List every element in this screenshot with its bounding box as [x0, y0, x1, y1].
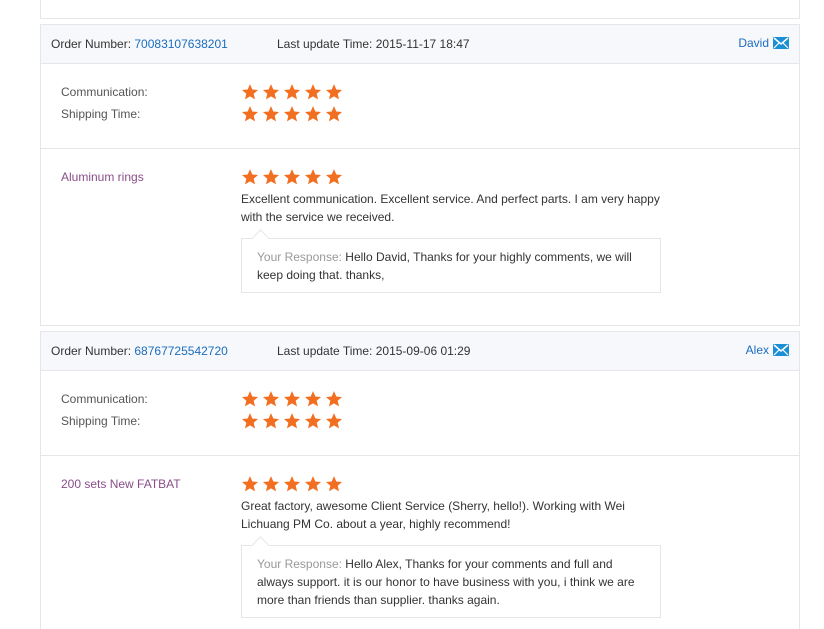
- star-icon: [304, 84, 322, 100]
- feedback-header: Order Number: 68767725542720 Last update…: [41, 332, 799, 371]
- last-update-value: 2015-11-17 18:47: [375, 37, 470, 51]
- star-icon: [262, 106, 280, 122]
- star-icon: [283, 106, 301, 122]
- star-icon: [304, 413, 322, 429]
- last-update-label: Last update Time:: [277, 37, 373, 51]
- order-number-label: Order Number:: [51, 344, 132, 358]
- star-icon: [262, 169, 280, 185]
- communication-stars: [241, 390, 346, 408]
- star-icon: [262, 476, 280, 492]
- star-icon: [283, 413, 301, 429]
- product-stars: [241, 475, 346, 493]
- seller-response: Your Response: Hello Alex, Thanks for yo…: [241, 545, 661, 618]
- star-icon: [262, 391, 280, 407]
- shipping-time-stars: [241, 412, 346, 430]
- order-number-link[interactable]: 68767725542720: [134, 344, 227, 358]
- feedback-card: Order Number: 68767725542720 Last update…: [40, 331, 800, 629]
- star-icon: [283, 169, 301, 185]
- communication-label: Communication:: [61, 392, 148, 406]
- star-icon: [304, 169, 322, 185]
- star-icon: [304, 106, 322, 122]
- buyer-contact-link[interactable]: David: [738, 36, 789, 50]
- previous-feedback-card: [40, 0, 800, 19]
- shipping-time-label: Shipping Time:: [61, 414, 141, 428]
- shipping-time-stars: [241, 105, 346, 123]
- buyer-contact-link[interactable]: Alex: [746, 343, 789, 357]
- product-name-link[interactable]: Aluminum rings: [61, 170, 144, 184]
- last-update-value: 2015-09-06 01:29: [375, 344, 471, 358]
- communication-label: Communication:: [61, 85, 148, 99]
- your-response-label: Your Response:: [257, 557, 342, 571]
- product-name-link[interactable]: 200 sets New FATBAT: [61, 477, 181, 491]
- star-icon: [325, 84, 343, 100]
- star-icon: [262, 84, 280, 100]
- last-update: Last update Time: 2015-09-06 01:29: [277, 344, 470, 358]
- star-icon: [304, 391, 322, 407]
- seller-ratings: Communication: Shipping Time:: [41, 371, 799, 456]
- your-response-label: Your Response:: [257, 250, 342, 264]
- order-number-link[interactable]: 70083107638201: [134, 37, 227, 51]
- last-update: Last update Time: 2015-11-17 18:47: [277, 37, 470, 51]
- review-comment: Great factory, awesome Client Service (S…: [241, 499, 625, 531]
- envelope-icon[interactable]: [773, 37, 789, 49]
- seller-response: Your Response: Hello David, Thanks for y…: [241, 238, 661, 293]
- star-icon: [262, 413, 280, 429]
- star-icon: [325, 106, 343, 122]
- star-icon: [283, 476, 301, 492]
- star-icon: [283, 391, 301, 407]
- star-icon: [283, 84, 301, 100]
- envelope-icon[interactable]: [773, 344, 789, 356]
- seller-ratings: Communication: Shipping Time:: [41, 64, 799, 149]
- feedback-header: Order Number: 70083107638201 Last update…: [41, 25, 799, 64]
- shipping-time-label: Shipping Time:: [61, 107, 141, 121]
- star-icon: [241, 84, 259, 100]
- star-icon: [241, 169, 259, 185]
- order-number: Order Number: 68767725542720: [51, 344, 228, 358]
- star-icon: [241, 413, 259, 429]
- star-icon: [325, 169, 343, 185]
- review-comment: Excellent communication. Excellent servi…: [241, 192, 660, 224]
- star-icon: [304, 476, 322, 492]
- feedback-card: Order Number: 70083107638201 Last update…: [40, 24, 800, 326]
- last-update-label: Last update Time:: [277, 344, 373, 358]
- buyer-name[interactable]: Alex: [746, 343, 769, 357]
- star-icon: [325, 391, 343, 407]
- star-icon: [325, 413, 343, 429]
- star-icon: [241, 391, 259, 407]
- star-icon: [241, 106, 259, 122]
- buyer-name[interactable]: David: [738, 36, 769, 50]
- communication-stars: [241, 83, 346, 101]
- star-icon: [241, 476, 259, 492]
- product-stars: [241, 168, 346, 186]
- order-number: Order Number: 70083107638201: [51, 37, 228, 51]
- order-number-label: Order Number:: [51, 37, 132, 51]
- star-icon: [325, 476, 343, 492]
